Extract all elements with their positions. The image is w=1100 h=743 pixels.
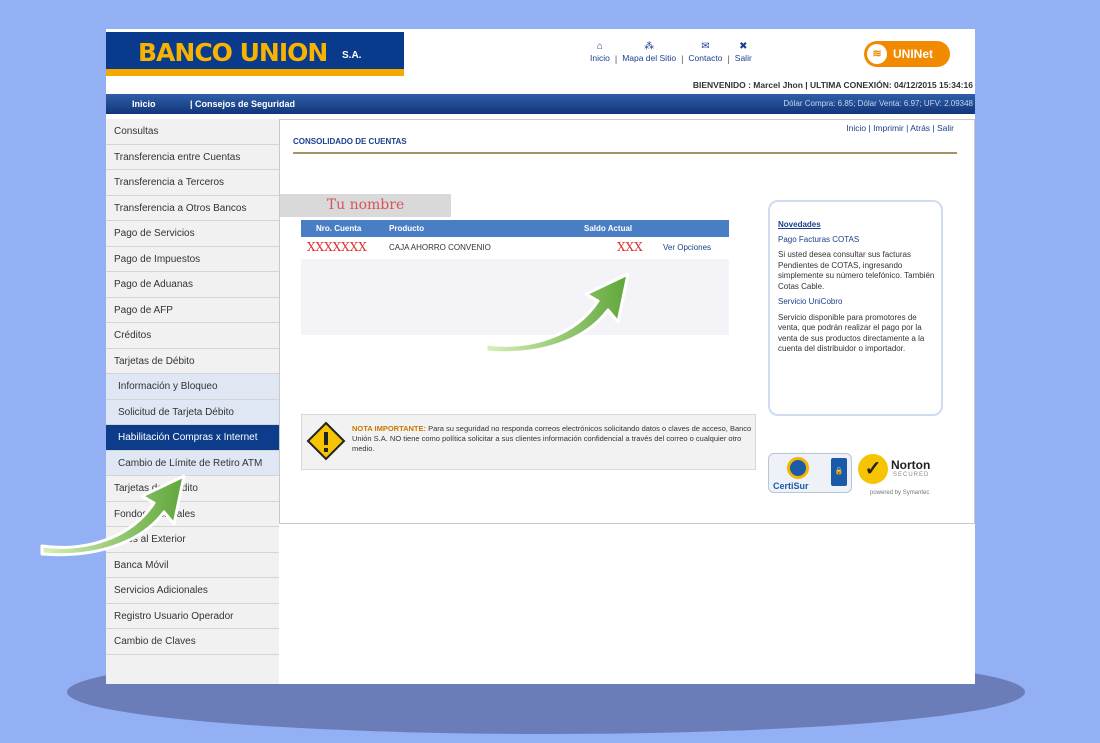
sidebar-item-cambio-claves[interactable]: Cambio de Claves [106,629,279,655]
warning-icon [305,420,347,462]
main-navbar: Inicio | Consejos de Seguridad Dólar Com… [106,94,975,114]
arrow-annotation-table [484,272,630,355]
account-balance: XXX [617,240,643,254]
sidebar-subitem-informacion-bloqueo[interactable]: Información y Bloqueo [106,374,279,400]
important-notice: NOTA IMPORTANTE: Para su seguridad no re… [301,414,756,470]
news-link-cotas[interactable]: Pago Facturas COTAS [778,235,938,246]
sidebar-subitem-solicitud-tarjeta[interactable]: Solicitud de Tarjeta Débito [106,399,279,425]
top-nav-logout[interactable]: ✖ Salir [731,41,756,64]
certisur-logo-icon [787,457,809,479]
page-title: CONSOLIDADO DE CUENTAS [293,137,407,146]
checkmark-icon: ✓ [858,454,888,484]
top-nav-home[interactable]: ⌂ Inicio [586,41,614,64]
exchange-rates: Dólar Compra: 6.85; Dólar Venta: 6.97; U… [783,99,973,108]
bank-name: BANCO UNION [138,38,328,67]
welcome-text: BIENVENIDO : Marcel Jhon | ULTIMA CONEXI… [692,80,973,90]
norton-badge[interactable]: ✓ Norton SECURED powered by Symantec [858,452,944,496]
sidebar-item-transferencia-otros-bancos[interactable]: Transferencia a Otros Bancos [106,196,279,221]
top-nav: ⌂ Inicio | ⁂ Mapa del Sitio | ✉ Contacto… [586,41,756,64]
news-text-unicobro: Servicio disponible para promotores de v… [778,312,925,354]
sitemap-icon: ⁂ [644,41,655,52]
notice-label: NOTA IMPORTANTE: [352,424,427,433]
column-header-product: Producto [389,224,425,233]
product-name: CAJA AHORRO CONVENIO [389,243,491,252]
sidebar-item-transferencia-terceros[interactable]: Transferencia a Terceros [106,170,279,196]
bank-logo[interactable]: BANCO UNION S.A. [106,32,404,76]
bank-suffix: S.A. [342,50,362,61]
certisur-badge[interactable]: CertiSur 🔒 [768,453,852,493]
news-link-unicobro[interactable]: Servicio UniCobro [778,297,938,308]
mail-icon: ✉ [701,41,710,52]
sidebar-item-creditos[interactable]: Créditos [106,323,279,349]
sidebar-item-pago-aduanas[interactable]: Pago de Aduanas [106,272,279,298]
sidebar-item-registro-operador[interactable]: Registro Usuario Operador [106,604,279,629]
top-nav-sitemap[interactable]: ⁂ Mapa del Sitio [618,41,680,64]
your-name-placeholder: Tu nombre [280,194,451,217]
content-toolbar-links[interactable]: Inicio | Imprimir | Atrás | Salir [846,123,954,133]
news-panel: Novedades Pago Facturas COTAS Si usted d… [768,200,943,416]
logo-stripe [106,69,404,76]
navbar-security-link[interactable]: | Consejos de Seguridad [190,99,295,109]
news-text-cotas: Si usted desea consultar sus facturas Pe… [778,250,935,291]
arrow-annotation-sidebar [40,474,186,557]
sidebar-item-servicios-adicionales[interactable]: Servicios Adicionales [106,578,279,604]
sidebar-item-pago-afp[interactable]: Pago de AFP [106,298,279,323]
navbar-home-link[interactable]: Inicio [132,99,156,109]
lock-icon: 🔒 [831,458,847,486]
sidebar-item-consultas[interactable]: Consultas [106,119,279,145]
close-icon: ✖ [739,41,748,52]
column-header-account: Nro. Cuenta [316,224,362,233]
sidebar-item-pago-servicios[interactable]: Pago de Servicios [106,221,279,247]
top-nav-contact[interactable]: ✉ Contacto [684,41,726,64]
account-number: XXXXXXX [307,240,367,254]
sidebar-subitem-habilitacion-compras[interactable]: Habilitación Compras x Internet [106,425,279,451]
wifi-icon: ≋ [867,44,887,64]
news-title: Novedades [778,220,821,229]
title-divider [293,152,957,154]
column-header-balance: Saldo Actual [584,224,633,233]
sidebar-item-pago-impuestos[interactable]: Pago de Impuestos [106,247,279,272]
table-row: XXXXXXX CAJA AHORRO CONVENIO XXX Ver Opc… [301,237,729,259]
view-options-link[interactable]: Ver Opciones [663,243,711,252]
browser-page: BANCO UNION S.A. ⌂ Inicio | ⁂ Mapa del S… [106,29,975,684]
uninet-logo: ≋ UNINet [864,41,950,67]
sidebar-item-tarjetas-debito[interactable]: Tarjetas de Débito [106,349,279,374]
sidebar-menu: Consultas Transferencia entre Cuentas Tr… [106,119,279,684]
home-icon: ⌂ [596,41,603,52]
table-header: Nro. Cuenta Producto Saldo Actual [301,220,729,237]
security-badges: CertiSur 🔒 ✓ Norton SECURED powered by S… [768,450,948,500]
sidebar-item-transferencia-cuentas[interactable]: Transferencia entre Cuentas [106,145,279,170]
